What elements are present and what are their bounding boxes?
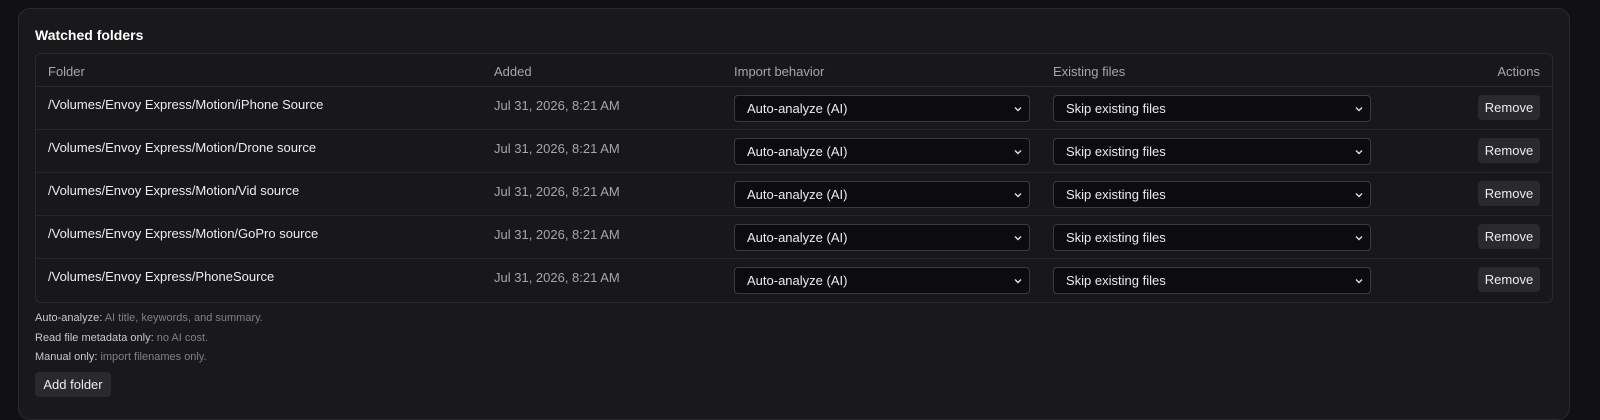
watched-folders-panel: Watched folders Folder Added Import beha… [18,8,1570,420]
chevron-down-icon [1355,150,1363,155]
import-behavior-value: Auto-analyze (AI) [747,187,848,202]
remove-button[interactable]: Remove [1478,181,1540,206]
legend-term: Manual only: [35,351,98,363]
folder-path: /Volumes/Envoy Express/PhoneSource [48,269,275,284]
added-date: Jul 31, 2026, 8:21 AM [494,270,620,285]
chevron-down-icon [1014,107,1022,112]
table-row: /Volumes/Envoy Express/Motion/Vid source… [36,173,1552,216]
table-row: /Volumes/Envoy Express/PhoneSource Jul 3… [36,259,1552,302]
import-behavior-value: Auto-analyze (AI) [747,101,848,116]
existing-files-value: Skip existing files [1066,187,1166,202]
header-actions: Actions [1497,64,1540,79]
legend-term: Read file metadata only: [35,331,154,344]
chevron-down-icon [1014,150,1022,155]
table-header: Folder Added Import behavior Existing fi… [36,54,1552,87]
folder-path: /Volumes/Envoy Express/Motion/Drone sour… [48,140,317,155]
remove-button[interactable]: Remove [1478,95,1540,120]
legend-item: Read file metadata only: no AI cost. [35,332,263,352]
folder-path: /Volumes/Envoy Express/Motion/GoPro sour… [48,226,319,241]
added-date: Jul 31, 2026, 8:21 AM [494,141,620,156]
table-row: /Volumes/Envoy Express/Motion/iPhone Sou… [36,87,1552,130]
chevron-down-icon [1014,279,1022,284]
watched-folders-table: Folder Added Import behavior Existing fi… [35,53,1553,303]
remove-button[interactable]: Remove [1478,267,1540,292]
import-behavior-select[interactable]: Auto-analyze (AI) [734,181,1030,208]
existing-files-value: Skip existing files [1066,101,1166,116]
header-existing-files: Existing files [1053,64,1126,79]
legend-desc: no AI cost. [156,331,209,344]
table-row: /Volumes/Envoy Express/Motion/Drone sour… [36,130,1552,173]
import-behavior-legend: Auto-analyze: AI title, keywords, and su… [35,312,263,371]
chevron-down-icon [1014,193,1022,198]
header-added: Added [494,64,532,79]
import-behavior-value: Auto-analyze (AI) [747,273,848,288]
import-behavior-value: Auto-analyze (AI) [747,230,848,245]
panel-title: Watched folders [35,27,144,43]
legend-item: Auto-analyze: AI title, keywords, and su… [35,312,263,332]
chevron-down-icon [1355,107,1363,112]
added-date: Jul 31, 2026, 8:21 AM [494,184,620,199]
legend-item: Manual only: import filenames only. [35,351,263,371]
folder-path: /Volumes/Envoy Express/Motion/Vid source [48,183,300,198]
legend-desc: import filenames only. [100,351,207,363]
table-row: /Volumes/Envoy Express/Motion/GoPro sour… [36,216,1552,259]
import-behavior-select[interactable]: Auto-analyze (AI) [734,95,1030,122]
existing-files-value: Skip existing files [1066,230,1166,245]
existing-files-value: Skip existing files [1066,273,1166,288]
legend-term: Auto-analyze: [35,312,103,324]
added-date: Jul 31, 2026, 8:21 AM [494,98,620,113]
existing-files-select[interactable]: Skip existing files [1053,138,1371,165]
existing-files-select[interactable]: Skip existing files [1053,224,1371,251]
existing-files-select[interactable]: Skip existing files [1053,95,1371,122]
chevron-down-icon [1355,236,1363,241]
import-behavior-select[interactable]: Auto-analyze (AI) [734,267,1030,294]
existing-files-select[interactable]: Skip existing files [1053,267,1371,294]
chevron-down-icon [1355,193,1363,198]
chevron-down-icon [1355,279,1363,284]
remove-button[interactable]: Remove [1478,138,1540,163]
added-date: Jul 31, 2026, 8:21 AM [494,227,620,242]
chevron-down-icon [1014,236,1022,241]
import-behavior-select[interactable]: Auto-analyze (AI) [734,138,1030,165]
remove-button[interactable]: Remove [1478,224,1540,249]
legend-desc: AI title, keywords, and summary. [104,312,263,324]
add-folder-button[interactable]: Add folder [35,372,111,397]
folder-path: /Volumes/Envoy Express/Motion/iPhone Sou… [48,97,324,112]
header-folder: Folder [48,64,85,79]
existing-files-select[interactable]: Skip existing files [1053,181,1371,208]
header-import-behavior: Import behavior [734,64,825,79]
existing-files-value: Skip existing files [1066,144,1166,159]
import-behavior-value: Auto-analyze (AI) [747,144,848,159]
import-behavior-select[interactable]: Auto-analyze (AI) [734,224,1030,251]
